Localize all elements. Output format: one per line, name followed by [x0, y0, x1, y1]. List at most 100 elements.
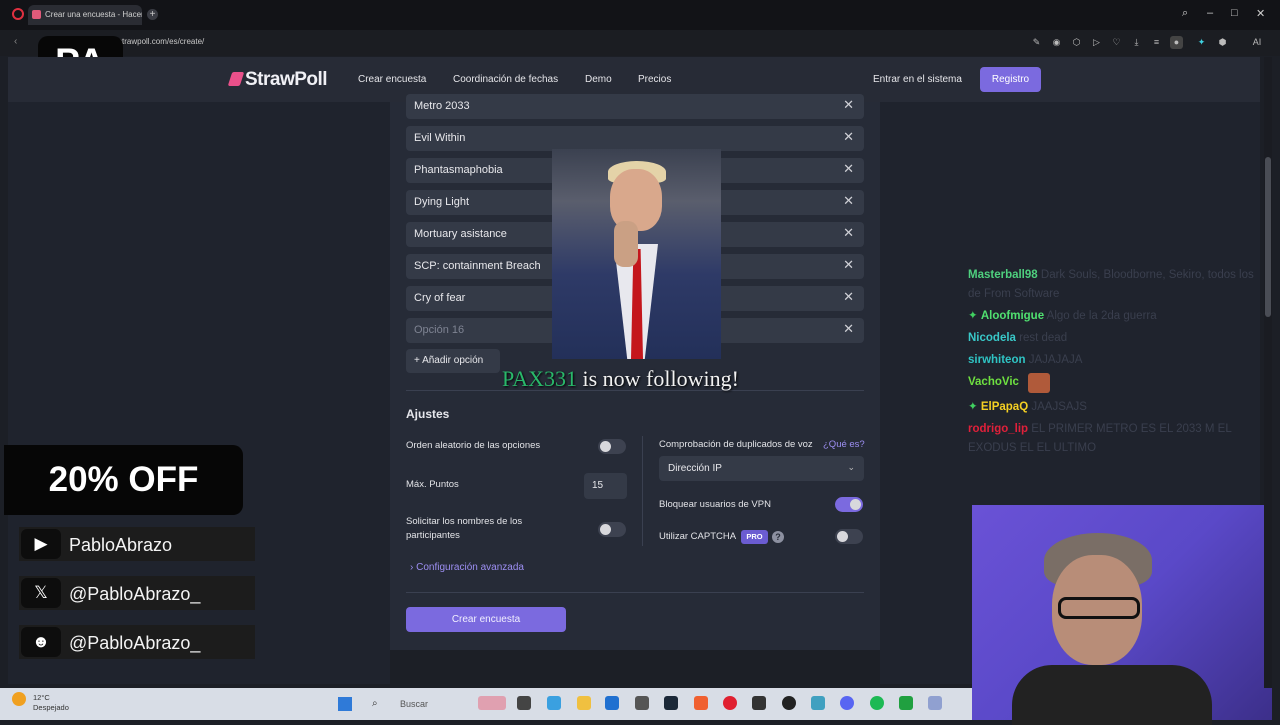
option-text: Metro 2033: [414, 100, 470, 112]
steam-icon[interactable]: [664, 696, 678, 710]
add-option-label: Añadir opción: [422, 355, 484, 366]
download-icon[interactable]: ⤓: [1130, 36, 1143, 49]
remove-option-icon[interactable]: ✕: [843, 257, 854, 273]
scrollbar-thumb[interactable]: [1265, 157, 1271, 317]
browser-tab[interactable]: Crear una encuesta - Hacer: [28, 5, 142, 25]
what-is-it-link[interactable]: ¿Qué es?: [823, 439, 865, 450]
chat-message: Masterball98 Dark Souls, Bloodborne, Sek…: [968, 266, 1268, 304]
brave-icon[interactable]: [694, 696, 708, 710]
remove-option-icon[interactable]: ✕: [843, 289, 854, 305]
nav-demo[interactable]: Demo: [585, 74, 612, 85]
social-handle: PabloAbrazo: [69, 535, 173, 555]
weather-sun-icon[interactable]: [12, 692, 26, 706]
chat-text: JAJAJAJA: [1028, 354, 1083, 366]
captcha-toggle[interactable]: [835, 529, 863, 544]
discord-taskbar-icon[interactable]: [840, 696, 854, 710]
heart-icon[interactable]: ♡: [1110, 36, 1123, 49]
advanced-settings-link[interactable]: › Configuración avanzada: [410, 562, 524, 573]
strawpoll-logo[interactable]: StrawPoll: [227, 69, 328, 91]
obs-icon[interactable]: [782, 696, 796, 710]
max-points-input[interactable]: 15: [584, 473, 627, 499]
chat-username: ElPapaQ: [980, 401, 1029, 413]
webcam-overlay: [972, 505, 1272, 725]
taskbar-search[interactable]: Buscar: [364, 696, 464, 714]
extension-icon[interactable]: ✦: [1195, 36, 1208, 49]
remove-option-icon[interactable]: ✕: [843, 321, 854, 337]
file-explorer-icon[interactable]: [577, 696, 591, 710]
random-order-toggle[interactable]: [598, 439, 626, 454]
toggle-knob: [600, 441, 611, 452]
block-vpn-toggle[interactable]: [835, 497, 863, 512]
logo-text: StrawPoll: [245, 69, 328, 90]
camera-icon[interactable]: ◉: [1050, 36, 1063, 49]
nav-pricing[interactable]: Precios: [638, 74, 671, 85]
shield-icon[interactable]: ⬡: [1070, 36, 1083, 49]
chat-message: sirwhiteon JAJAJAJA: [968, 351, 1268, 370]
add-option-button[interactable]: + Añadir opción: [406, 349, 500, 373]
weather-widget[interactable]: 12°C Despejado: [33, 693, 69, 713]
option-text: Phantasmaphobia: [414, 164, 503, 176]
create-poll-button[interactable]: Crear encuesta: [406, 607, 566, 632]
login-link[interactable]: Entrar en el sistema: [873, 74, 962, 85]
close-icon[interactable]: ✕: [1256, 7, 1265, 20]
nav-create-poll[interactable]: Crear encuesta: [358, 74, 426, 85]
help-icon[interactable]: ?: [772, 531, 784, 543]
taskview-icon[interactable]: [517, 696, 531, 710]
excel-icon[interactable]: [899, 696, 913, 710]
option-text: Dying Light: [414, 196, 470, 208]
social-discord: ☻ @PabloAbrazo_: [19, 625, 255, 659]
youtube-icon: ▶: [21, 529, 61, 559]
menu-icon[interactable]: ≡: [1150, 36, 1163, 49]
poll-option[interactable]: Evil Within ✕: [406, 126, 864, 151]
play-icon[interactable]: ▷: [1090, 36, 1103, 49]
app-icon[interactable]: [635, 696, 649, 710]
chat-username: Aloofmigue: [980, 310, 1045, 322]
remove-option-icon[interactable]: ✕: [843, 161, 854, 177]
taskbar-search-label: Buscar: [400, 699, 429, 709]
chat-username: Nicodela: [968, 332, 1016, 344]
url-field[interactable]: strawpoll.com/es/create/: [118, 37, 204, 46]
cube-icon[interactable]: ⬢: [1216, 36, 1229, 49]
opera-icon[interactable]: [723, 696, 737, 710]
duplicate-check-select[interactable]: Dirección IP ⌄: [659, 456, 864, 481]
poll-option[interactable]: Metro 2033 ✕: [406, 94, 864, 119]
ai-icon[interactable]: AI: [1246, 36, 1268, 49]
spotify-icon[interactable]: [870, 696, 884, 710]
page-scrollbar[interactable]: [1264, 57, 1272, 688]
social-handle: @PabloAbrazo_: [69, 633, 201, 653]
windows-start-icon[interactable]: [338, 697, 352, 711]
new-tab-plus-icon[interactable]: +: [147, 9, 158, 20]
require-names-toggle[interactable]: [598, 522, 626, 537]
chat-message: VachoVic: [968, 373, 1268, 392]
register-button[interactable]: Registro: [980, 67, 1041, 92]
meme-photo-overlay: [552, 149, 721, 359]
remove-option-icon[interactable]: ✕: [843, 97, 854, 113]
widgets-icon[interactable]: [478, 696, 506, 710]
follower-name: PAX331: [502, 366, 577, 391]
app-icon[interactable]: [928, 696, 942, 710]
remove-option-icon[interactable]: ✕: [843, 129, 854, 145]
copilot-icon[interactable]: [547, 696, 561, 710]
remove-option-icon[interactable]: ✕: [843, 225, 854, 241]
social-x: 𝕏 @PabloAbrazo_: [19, 576, 255, 610]
nav-date-coordination[interactable]: Coordinación de fechas: [453, 74, 558, 85]
tab-title: Crear una encuesta - Hacer: [45, 10, 142, 19]
edit-icon[interactable]: ✎: [1030, 36, 1043, 49]
notes-icon[interactable]: [811, 696, 825, 710]
minimize-icon[interactable]: –: [1207, 7, 1213, 19]
weather-desc: Despejado: [33, 703, 69, 712]
search-icon[interactable]: ⌕: [1182, 7, 1188, 20]
option-text: SCP: containment Breach: [414, 260, 541, 272]
toggle-knob: [850, 499, 861, 510]
chat-username: sirwhiteon: [968, 354, 1026, 366]
social-handle: @PabloAbrazo_: [69, 584, 201, 604]
sub-badge-icon: ✦: [968, 310, 978, 322]
back-arrow-icon[interactable]: ‹: [14, 36, 17, 47]
terminal-icon[interactable]: [752, 696, 766, 710]
maximize-icon[interactable]: □: [1231, 7, 1238, 19]
profile-icon[interactable]: ●: [1170, 36, 1183, 49]
opera-logo-icon[interactable]: [12, 8, 24, 20]
remove-option-icon[interactable]: ✕: [843, 193, 854, 209]
outlook-icon[interactable]: [605, 696, 619, 710]
chevron-down-icon: ⌄: [847, 462, 855, 472]
